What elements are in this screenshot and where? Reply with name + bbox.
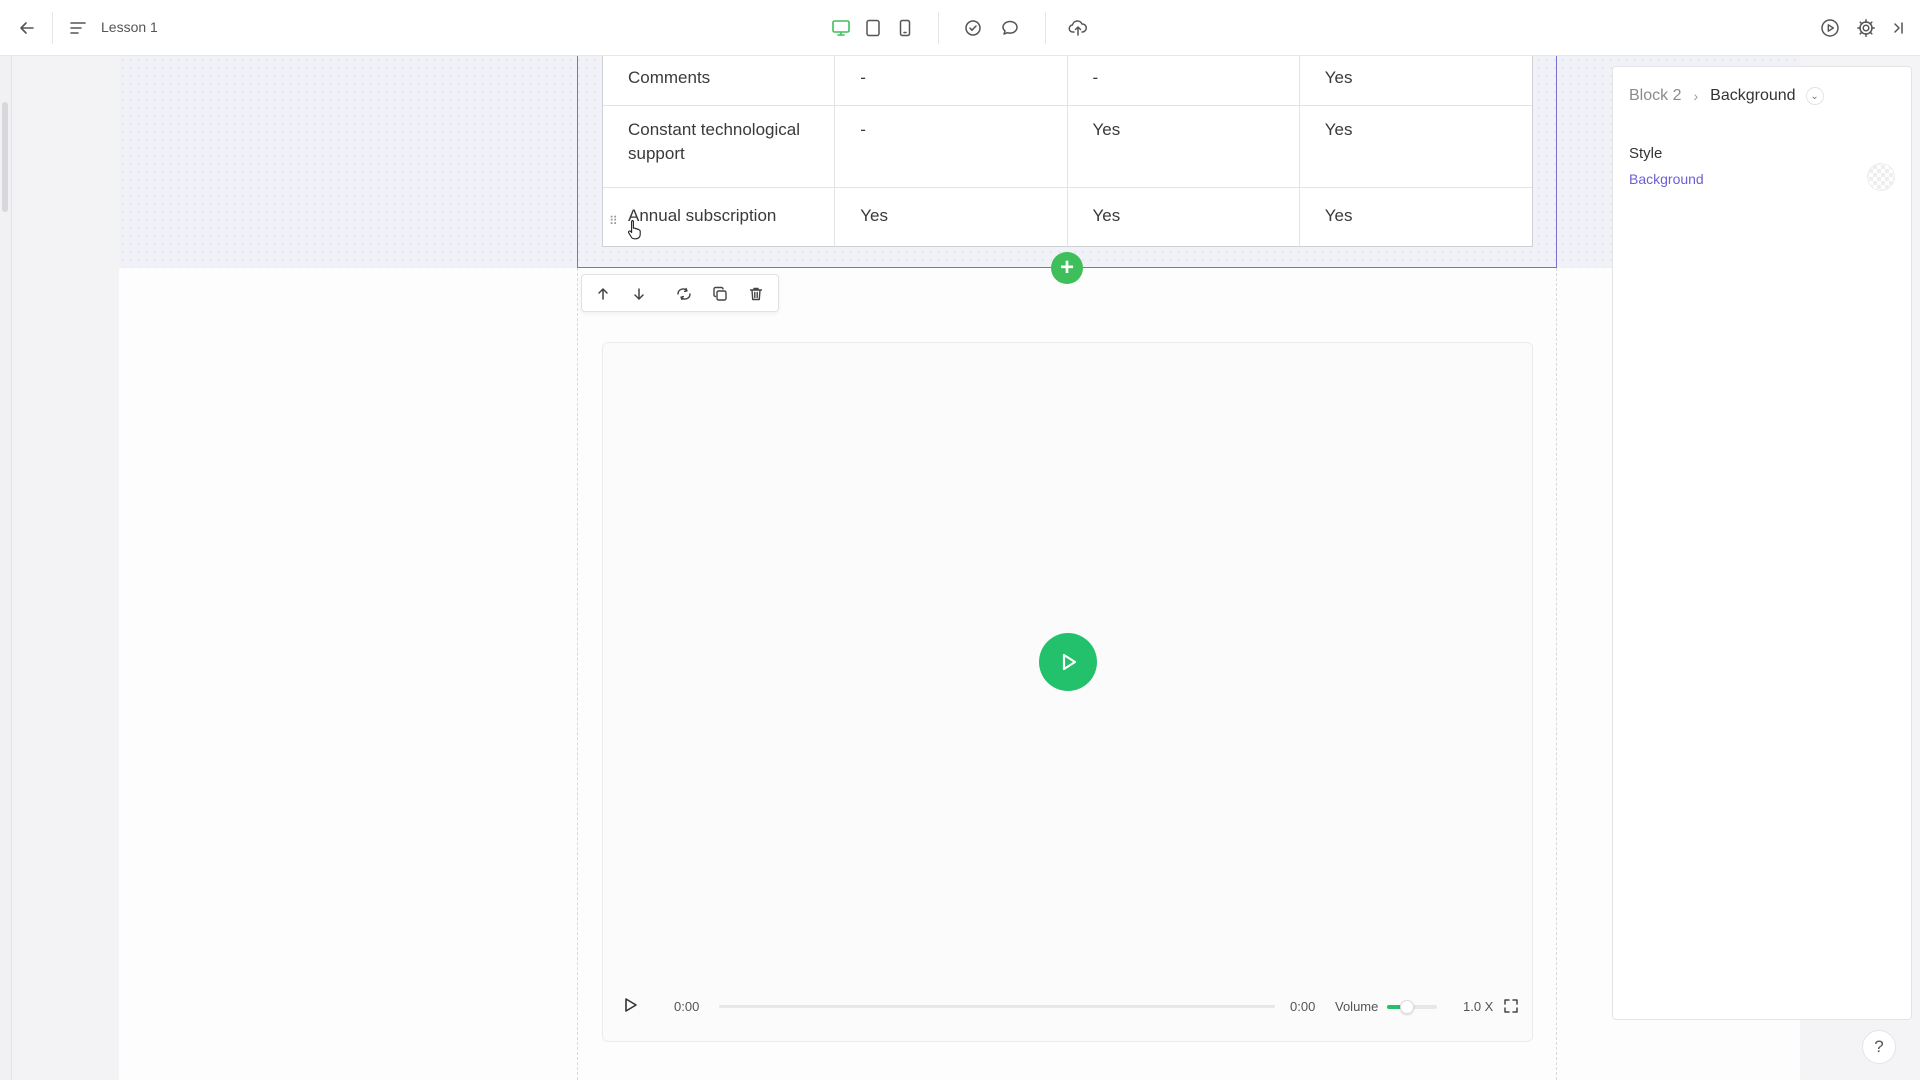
divider <box>1045 12 1046 44</box>
mobile-icon[interactable] <box>890 13 920 43</box>
check-circle-icon[interactable] <box>958 13 988 43</box>
move-down-icon[interactable] <box>627 282 651 306</box>
row-drag-handle-icon[interactable]: ⠿ <box>609 214 618 228</box>
replace-icon[interactable] <box>672 282 696 306</box>
playback-speed[interactable]: 1.0 X <box>1463 999 1493 1014</box>
video-controls: 0:00 0:00 Volume 1.0 X <box>603 991 1534 1021</box>
current-time: 0:00 <box>674 999 700 1014</box>
play-icon[interactable] <box>619 995 641 1017</box>
video-player[interactable]: 0:00 0:00 Volume 1.0 X <box>602 342 1533 1042</box>
progress-bar[interactable] <box>719 1005 1275 1008</box>
duplicate-icon[interactable] <box>708 282 732 306</box>
duration: 0:00 <box>1290 999 1316 1014</box>
block-toolbar <box>581 274 779 312</box>
divider <box>938 12 939 44</box>
table-cell[interactable]: Yes <box>1300 56 1532 105</box>
properties-panel: Block 2 › Background ⌄ Style Background <box>1612 66 1912 1020</box>
style-label: Style <box>1629 145 1663 162</box>
editor-canvas: Comments - - Yes Constant technological … <box>12 56 1800 1080</box>
collapse-panel-icon[interactable] <box>1883 13 1913 43</box>
table-cell[interactable]: - <box>1068 56 1300 105</box>
hand-cursor-icon <box>627 219 641 240</box>
table-cell[interactable]: Yes <box>1300 106 1532 187</box>
comparison-table[interactable]: Comments - - Yes Constant technological … <box>602 56 1533 247</box>
volume-knob[interactable] <box>1400 1000 1414 1014</box>
chevron-down-icon[interactable]: ⌄ <box>1805 87 1824 105</box>
table-cell[interactable]: Yes <box>1300 188 1532 246</box>
volume-label: Volume <box>1335 999 1379 1014</box>
breadcrumb-block[interactable]: Block 2 <box>1629 87 1681 105</box>
table-row: Annual subscription Yes Yes Yes <box>603 188 1532 246</box>
divider <box>52 12 53 44</box>
table-cell[interactable]: Comments <box>603 56 836 105</box>
table-cell[interactable]: Yes <box>1068 106 1300 187</box>
fullscreen-icon[interactable] <box>1501 997 1521 1017</box>
publish-cloud-icon[interactable] <box>1063 13 1093 43</box>
help-button[interactable]: ? <box>1862 1030 1896 1064</box>
tablet-icon[interactable] <box>858 13 888 43</box>
lesson-page: Comments - - Yes Constant technological … <box>119 56 1800 1080</box>
chevron-right-icon: › <box>1693 88 1699 104</box>
delete-icon[interactable] <box>744 282 768 306</box>
play-icon <box>1062 653 1077 671</box>
breadcrumb: Block 2 › Background ⌄ <box>1629 87 1824 105</box>
preview-play-icon[interactable] <box>1815 13 1845 43</box>
scrollbar-thumb[interactable] <box>2 102 8 212</box>
left-scroll-rail <box>0 56 12 1080</box>
settings-gear-icon[interactable] <box>1851 13 1881 43</box>
add-block-button[interactable]: + <box>1051 252 1083 284</box>
table-cell[interactable]: - <box>835 56 1068 105</box>
comment-icon[interactable] <box>995 13 1025 43</box>
background-link[interactable]: Background <box>1629 171 1704 187</box>
outline-menu-icon[interactable] <box>63 13 93 43</box>
table-cell[interactable]: - <box>835 106 1068 187</box>
table-row: Constant technological support - Yes Yes <box>603 106 1532 188</box>
move-up-icon[interactable] <box>591 282 615 306</box>
table-row: Comments - - Yes <box>603 56 1532 106</box>
table-cell[interactable]: Yes <box>1068 188 1300 246</box>
desktop-icon[interactable] <box>826 13 856 43</box>
top-bar: Lesson 1 <box>0 0 1920 56</box>
table-cell[interactable]: Constant technological support <box>603 106 836 187</box>
plus-icon: + <box>1059 254 1074 281</box>
big-play-button[interactable] <box>1039 633 1097 691</box>
back-arrow-icon[interactable] <box>12 13 42 43</box>
background-color-swatch[interactable] <box>1867 163 1895 191</box>
lesson-title[interactable]: Lesson 1 <box>101 19 158 35</box>
volume-slider[interactable] <box>1387 1000 1437 1014</box>
breadcrumb-current: Background <box>1710 87 1796 104</box>
table-cell[interactable]: Yes <box>835 188 1068 246</box>
